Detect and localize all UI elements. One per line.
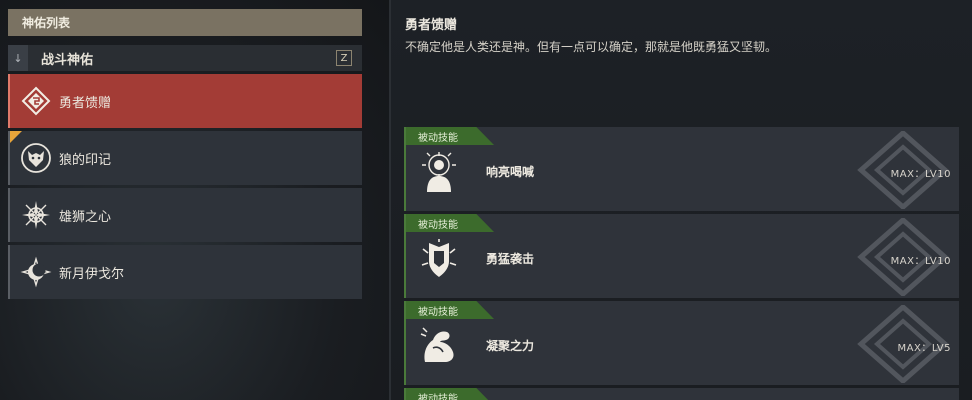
- skill-type-tag: 被动技能: [406, 127, 494, 145]
- skill-max-level: MAX：LV10: [890, 256, 951, 267]
- wolf-head-icon: [19, 141, 53, 175]
- blessing-detail-description: 不确定他是人类还是神。但有一点可以确定，那就是他既勇猛又坚韧。: [405, 40, 778, 54]
- blessing-label: 雄狮之心: [59, 209, 112, 225]
- shouting-figure-icon: [416, 149, 462, 195]
- compass-star-icon: [19, 198, 53, 232]
- blessing-label: 新月伊戈尔: [59, 266, 125, 282]
- hotkey-badge: Z: [336, 50, 352, 66]
- skill-type-tag: 被动技能: [406, 388, 494, 400]
- flexed-arm-icon: [416, 323, 462, 369]
- blessing-item-lion-heart[interactable]: 雄狮之心: [8, 188, 362, 242]
- skill-name: 响亮喝喊: [486, 165, 535, 179]
- blessing-detail-title: 勇者馈赠: [405, 18, 458, 33]
- new-indicator: [10, 131, 22, 143]
- shield-strike-icon: [416, 236, 462, 282]
- category-dropdown[interactable]: ↓ 战斗神佑 Z: [8, 45, 362, 71]
- skill-card[interactable]: 被动技能 凝聚之力 MAX：LV5: [404, 301, 959, 385]
- arrow-down-icon: ↓: [8, 45, 28, 71]
- blessing-item-crescent-igor[interactable]: 新月伊戈尔: [8, 245, 362, 299]
- blessing-list-header: 神佑列表: [8, 9, 362, 36]
- skill-max-level: MAX：LV5: [897, 343, 951, 354]
- blessing-label: 勇者馈赠: [59, 95, 112, 111]
- blessing-item-wolf-mark[interactable]: 狼的印记: [8, 131, 362, 185]
- skill-card[interactable]: 被动技能 响亮喝喊 MAX：LV10: [404, 127, 959, 211]
- skill-max-level: MAX：LV10: [890, 169, 951, 180]
- category-label: 战斗神佑: [41, 52, 94, 68]
- blessing-label: 狼的印记: [59, 152, 112, 168]
- skill-type-tag: 被动技能: [406, 214, 494, 232]
- crescent-moon-icon: [19, 255, 53, 289]
- shield-diamond-icon: [19, 84, 53, 118]
- panel-divider: [389, 0, 391, 400]
- blessing-list-title: 神佑列表: [22, 16, 71, 30]
- skill-name: 凝聚之力: [486, 339, 535, 353]
- blessing-item-brave-gift[interactable]: 勇者馈赠: [8, 74, 362, 128]
- skill-card[interactable]: 被动技能 勇猛袭击 MAX：LV10: [404, 214, 959, 298]
- skill-name: 勇猛袭击: [486, 252, 535, 266]
- skill-card[interactable]: 被动技能: [404, 388, 959, 400]
- skill-type-tag: 被动技能: [406, 301, 494, 319]
